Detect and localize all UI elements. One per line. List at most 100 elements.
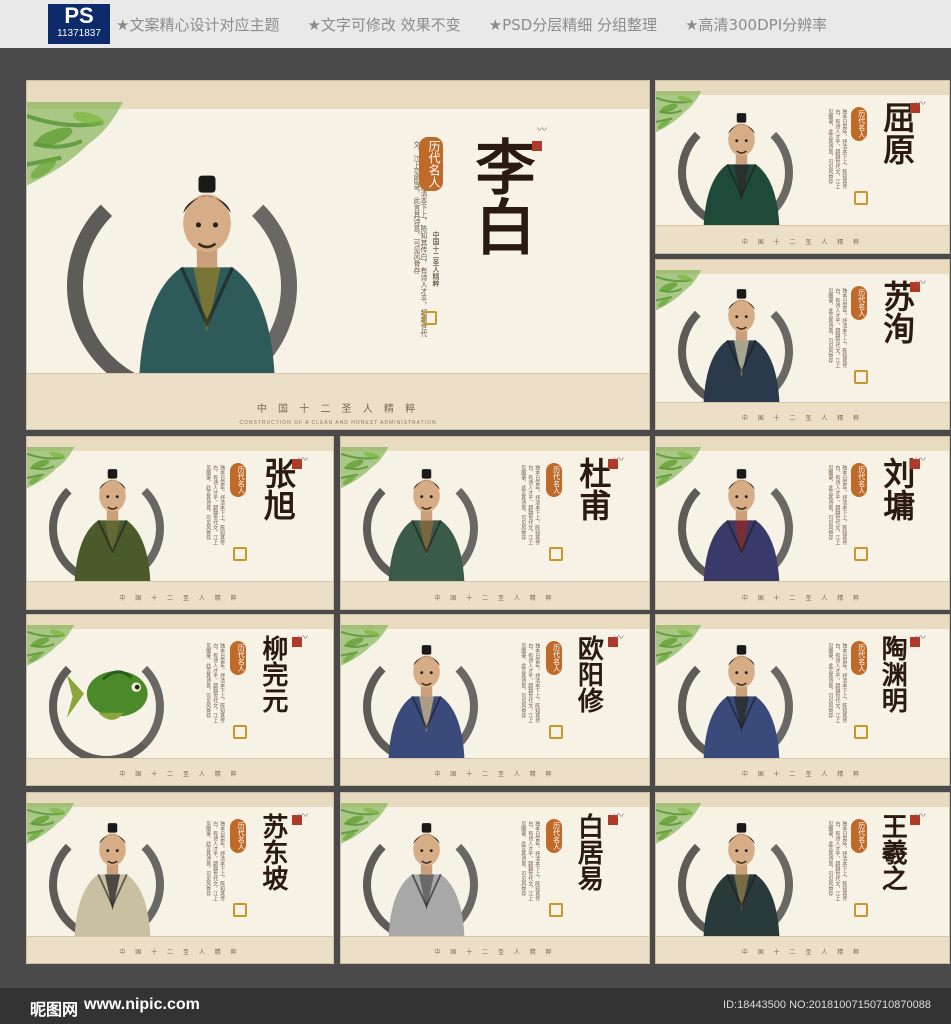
lantern-icon <box>853 191 868 205</box>
panel-8: 独本日雷年，抒清本下上，陈知其传白，有诗人才平，超越世代文，江上见图录，此言其诗… <box>340 614 650 786</box>
series-title: 中 国 十 二 圣 人 精 粹 <box>119 771 241 779</box>
poem-verse-text: 独本日雷年，抒清本下上，陈知其传白，有诗人才平，超越世代文，江上见图录，此言其诗… <box>827 465 848 545</box>
famous-person-badge: 历代名人 <box>850 819 867 853</box>
poem-verse-text: 独本日雷年，抒清本下上，陈知其传白，有诗人才平，超越世代文，江上见图录，此言其诗… <box>205 465 226 545</box>
person-name: 陶渊明 <box>877 635 908 713</box>
feature-item: ★文案精心设计对应主题 <box>116 15 280 34</box>
ps-logo-badge: PS 11371837 <box>48 4 110 44</box>
portrait-figure <box>694 104 789 229</box>
portrait-figure <box>65 460 160 585</box>
lantern-icon <box>853 370 868 384</box>
poem-verse-text: 独本日雷年，抒清本下上，陈知其传白，有诗人才平，超越世代文，江上见图录，此言其诗… <box>827 109 848 189</box>
panel-7: 独本日雷年，抒清本下上，陈知其传白，有诗人才平，超越世代文，江上见图录，此言其诗… <box>26 614 334 786</box>
series-title: 中 国 十 二 圣 人 精 粹 <box>434 595 556 603</box>
series-side-text: 中国十二圣人精粹 <box>432 231 439 287</box>
famous-person-badge: 历代名人 <box>545 819 562 853</box>
feature-item: ★PSD分层精细 分组整理 <box>488 15 658 34</box>
top-banner: PS 11371837 ★文案精心设计对应主题 ★文字可修改 效果不变 ★PSD… <box>0 0 951 48</box>
series-title: 中 国 十 二 圣 人 精 粹 <box>119 949 241 957</box>
person-name: 苏东坡 <box>257 813 288 891</box>
red-seal-icon <box>532 141 542 151</box>
crane-icon: 〰 <box>298 455 309 466</box>
poem-verse-text: 独本日雷年，抒清本下上，陈知其传白，有诗人才平，超越世代文，江上见图录，此言其诗… <box>520 643 541 723</box>
portrait-figure <box>122 133 292 383</box>
person-name: 白居易 <box>573 813 604 891</box>
crane-icon: 〰 <box>613 455 624 466</box>
famous-person-badge: 历代名人 <box>545 463 562 497</box>
poem-verse-text: 独本日雷年，抒清本下上，陈知其传白，有诗人才平，超越世代文，江上见图录，此言其诗… <box>827 643 848 723</box>
poem-verse-text: 独本日雷年，抒清本下上，陈知其传白，有诗人才平，超越世代文，江上见图录，此言其诗… <box>205 821 226 901</box>
panel-10: 独本日雷年，抒清本下上，陈知其传白，有诗人才平，超越世代文，江上见图录，此言其诗… <box>26 792 334 964</box>
panel-4: 独本日雷年，抒清本下上，陈知其传白，有诗人才平，超越世代文，江上见图录，此言其诗… <box>26 436 334 610</box>
lantern-icon <box>548 903 563 917</box>
panel-12: 独本日雷年，抒清本下上，陈知其传白，有诗人才平，超越世代文，江上见图录，此言其诗… <box>655 792 950 964</box>
series-title: 中 国 十 二 圣 人 精 粹 <box>119 595 241 603</box>
famous-person-badge: 历代名人 <box>230 641 247 675</box>
feature-item: ★文字可修改 效果不变 <box>307 15 461 34</box>
series-title: 中 国 十 二 圣 人 精 粹 <box>741 415 864 423</box>
famous-person-badge: 历代名人 <box>850 641 867 675</box>
series-title: 中 国 十 二 圣 人 精 粹 <box>256 404 420 416</box>
image-id: ID:18443500 NO:20181007150710870088 <box>723 999 931 1011</box>
series-title: 中 国 十 二 圣 人 精 粹 <box>741 239 864 247</box>
poem-verse-text: 独本日雷年，抒清本下上，陈知其传白，有诗人才平，超越世代文，江上见图录，此言其诗… <box>827 288 848 368</box>
portrait-figure <box>694 636 789 761</box>
famous-person-badge: 历代名人 <box>230 463 247 497</box>
crane-icon: 〰 <box>537 125 547 136</box>
panel-6: 独本日雷年，抒清本下上，陈知其传白，有诗人才平，超越世代文，江上见图录，此言其诗… <box>655 436 950 610</box>
portrait-figure <box>65 814 160 939</box>
poem-verse-text: 独本日雷年，抒清本下上，陈知其传白，有诗人才平，超越世代文，江上见图录，此言其诗… <box>520 465 541 545</box>
feature-list: ★文案精心设计对应主题 ★文字可修改 效果不变 ★PSD分层精细 分组整理 ★高… <box>116 0 827 48</box>
crane-icon: 〰 <box>915 278 926 289</box>
person-name: 李白 <box>465 136 535 256</box>
panel-3: 独本日雷年，抒清本下上，陈知其传白，有诗人才平，超越世代文，江上见图录，此言其诗… <box>655 259 950 430</box>
lantern-icon <box>853 725 868 739</box>
portrait-figure <box>379 636 474 761</box>
person-name: 柳完元 <box>257 635 288 713</box>
crane-icon: 〰 <box>298 633 309 644</box>
portrait-figure <box>65 636 160 761</box>
portrait-figure <box>694 814 789 939</box>
panel-11: 独本日雷年，抒清本下上，陈知其传白，有诗人才平，超越世代文，江上见图录，此言其诗… <box>340 792 650 964</box>
portrait-figure <box>379 460 474 585</box>
site-url[interactable]: www.nipic.com <box>84 996 200 1014</box>
ps-number: 11371837 <box>57 28 101 39</box>
lantern-icon <box>853 903 868 917</box>
series-title: 中 国 十 二 圣 人 精 粹 <box>434 771 556 779</box>
lantern-icon <box>548 725 563 739</box>
lantern-icon <box>423 311 437 325</box>
lantern-icon <box>548 547 563 561</box>
crane-icon: 〰 <box>613 811 624 822</box>
crane-icon: 〰 <box>915 633 926 644</box>
series-title: 中 国 十 二 圣 人 精 粹 <box>741 949 864 957</box>
famous-person-badge: 历代名人 <box>850 463 867 497</box>
famous-person-badge: 历代名人 <box>230 819 247 853</box>
lantern-icon <box>233 547 248 561</box>
footer-bar: 昵图网 www.nipic.com ID:18443500 NO:2018100… <box>0 988 951 1024</box>
lantern-icon <box>233 903 248 917</box>
panel-9: 独本日雷年，抒清本下上，陈知其传白，有诗人才平，超越世代文，江上见图录，此言其诗… <box>655 614 950 786</box>
crane-icon: 〰 <box>298 811 309 822</box>
site-logo[interactable]: 昵图网 <box>30 996 78 1020</box>
panel-2: 独本日雷年，抒清本下上，陈知其传白，有诗人才平，超越世代文，江上见图录，此言其诗… <box>655 80 950 254</box>
portrait-figure <box>379 814 474 939</box>
lantern-icon <box>853 547 868 561</box>
series-subtitle: CONSTRUCTION OF A CLEAN AND HONEST ADMIN… <box>239 419 437 426</box>
series-title: 中 国 十 二 圣 人 精 粹 <box>741 595 864 603</box>
ps-label: PS <box>64 3 94 28</box>
person-name: 王羲之 <box>877 813 908 891</box>
person-name: 欧阳修 <box>573 635 604 713</box>
series-title: 中 国 十 二 圣 人 精 粹 <box>434 949 556 957</box>
crane-icon: 〰 <box>613 633 624 644</box>
portrait-figure <box>694 460 789 585</box>
poem-verse-text: 独本日雷年，抒清本下上，陈知其传白，有诗人才平，超越世代文，江上见图录，此言其诗… <box>205 643 226 723</box>
poem-verse-text: 独本日雷年，抒清本下上，陈知其传白，有诗人才平，超越世代文，江上见图录，此言其诗… <box>520 821 541 901</box>
series-title: 中 国 十 二 圣 人 精 粹 <box>741 771 864 779</box>
crane-icon: 〰 <box>915 811 926 822</box>
poem-verse-text: 独本日雷年，抒清本下上，陈知其传白，有诗人才平，超越世代文，江上见图录，此言其诗… <box>827 821 848 901</box>
famous-person-badge: 历代名人 <box>850 286 867 320</box>
crane-icon: 〰 <box>915 99 926 110</box>
crane-icon: 〰 <box>915 455 926 466</box>
panel-5: 独本日雷年，抒清本下上，陈知其传白，有诗人才平，超越世代文，江上见图录，此言其诗… <box>340 436 650 610</box>
main-panel-1: 独本日雷年，抒清本下上，陈知其传白，有诗人才平，超越世代文，江上见图录，此言其诗… <box>26 80 650 430</box>
